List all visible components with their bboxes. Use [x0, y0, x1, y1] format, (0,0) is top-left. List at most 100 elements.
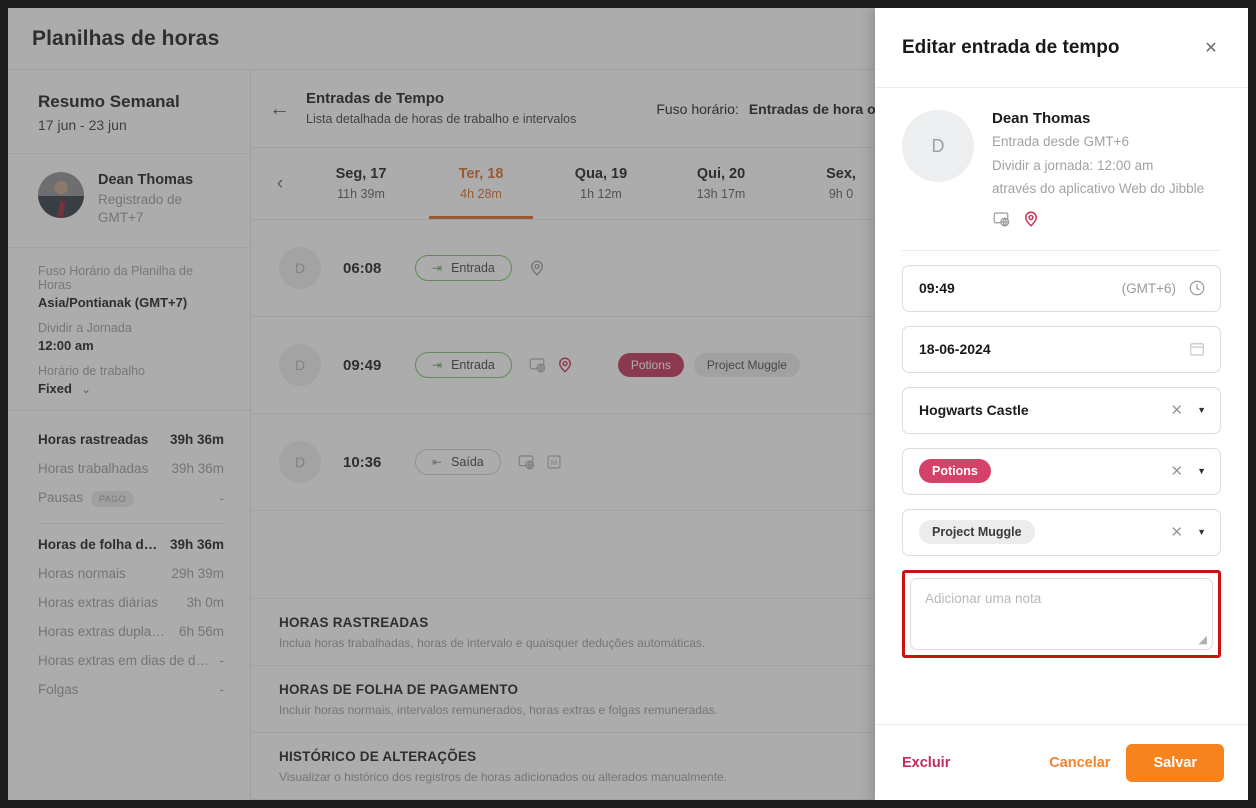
chevron-down-icon[interactable]: ⌄: [82, 384, 91, 396]
stat-value: 39h 36m: [169, 432, 224, 448]
location-field[interactable]: Hogwarts Castle ✕ ▼: [902, 386, 1221, 434]
stat-row: Horas extras duplas… 6h 56m: [38, 617, 224, 646]
stat-label: Horas normais: [38, 565, 126, 581]
save-button[interactable]: Salvar: [1126, 743, 1224, 782]
project-tag[interactable]: Project Muggle: [693, 353, 800, 377]
prev-week-icon[interactable]: ‹: [259, 148, 301, 219]
project-field-right: ✕ ▼: [1171, 523, 1207, 541]
modal-footer: Excluir Cancelar Salvar: [875, 724, 1248, 800]
resize-handle-icon[interactable]: ◢: [1199, 633, 1207, 646]
arrow-in-icon: ⇥: [432, 358, 443, 372]
stat-row: Horas de folha de… 39h 36m: [38, 530, 224, 559]
note-input[interactable]: Adicionar uma nota ◢: [910, 577, 1213, 650]
web-app-icon[interactable]: [528, 356, 546, 374]
day-tab-seg-17[interactable]: Seg, 17 11h 39m: [301, 148, 421, 219]
clock-icon[interactable]: [1188, 279, 1206, 297]
date-field-right: [1188, 340, 1206, 358]
manual-entry-icon[interactable]: M: [545, 453, 563, 471]
sidebar-user-text: Dean Thomas Registrado de GMT+7: [98, 172, 224, 227]
entry-icons: [528, 356, 574, 374]
chevron-down-icon[interactable]: ▼: [1197, 527, 1206, 537]
stat-row: Horas extras em dias de de… -: [38, 646, 224, 675]
day-tab-label: Sex,: [826, 166, 856, 182]
stat-row: Horas extras diárias 3h 0m: [38, 588, 224, 617]
stat-row: Horas normais 29h 39m: [38, 559, 224, 588]
day-tab-ter-18[interactable]: Ter, 18 4h 28m: [421, 148, 541, 219]
stat-label: Horas trabalhadas: [38, 461, 149, 477]
day-tab-hours: 13h 17m: [696, 187, 746, 201]
entry-type-label: Entrada: [451, 261, 495, 275]
meta-value-work-schedule[interactable]: Fixed ⌄: [38, 381, 224, 396]
page-title: Planilhas de horas: [32, 26, 220, 50]
activity-field[interactable]: Potions ✕ ▼: [902, 447, 1221, 495]
location-pin-icon[interactable]: [528, 259, 546, 277]
activity-field-right: ✕ ▼: [1171, 462, 1207, 480]
main-subtitle: Lista detalhada de horas de trabalho e i…: [306, 111, 577, 126]
app-window: Planilhas de horas 5:28:50 Charms Projec…: [0, 0, 1256, 808]
time-timezone: (GMT+6): [1121, 280, 1176, 296]
stat-value: -: [219, 491, 225, 507]
modal-user-entry-tz: Entrada desde GMT+6: [992, 134, 1129, 149]
sidebar-stats: Horas rastreadas 39h 36m Horas trabalhad…: [8, 411, 250, 713]
stat-label: Pausas PAGO: [38, 490, 212, 507]
avatar: D: [902, 110, 974, 182]
meta-value-timezone: Asia/Pontianak (GMT+7): [38, 295, 188, 311]
day-tab-label: Ter, 18: [458, 166, 504, 182]
entry-type-label: Entrada: [451, 358, 495, 372]
chevron-down-icon[interactable]: ▼: [1197, 466, 1206, 476]
stat-value: 39h 36m: [169, 536, 224, 552]
project-field[interactable]: Project Muggle ✕ ▼: [902, 508, 1221, 556]
close-icon[interactable]: ✕: [1171, 462, 1184, 480]
entry-time: 10:36: [343, 453, 382, 471]
note-highlight-box: Adicionar uma nota ◢: [902, 569, 1221, 658]
day-tab-qua-19[interactable]: Qua, 19 1h 12m: [541, 148, 661, 219]
stat-value: -: [219, 681, 225, 697]
modal-header: Editar entrada de tempo ✕: [875, 8, 1248, 88]
day-tab-hours: 9h 0: [828, 187, 854, 201]
avatar: D: [279, 441, 321, 483]
delete-button[interactable]: Excluir: [902, 755, 950, 771]
avatar: D: [279, 344, 321, 386]
location-value: Hogwarts Castle: [919, 402, 1029, 419]
web-app-icon[interactable]: [517, 453, 535, 471]
entry-type-chip: ⇥ Entrada: [415, 352, 512, 378]
sidebar-user-timezone: Registrado de GMT+7: [98, 192, 183, 226]
cancel-button[interactable]: Cancelar: [1049, 755, 1110, 771]
close-icon[interactable]: ✕: [1171, 523, 1184, 541]
stat-value: 3h 0m: [186, 594, 224, 610]
stat-label: Horas rastreadas: [38, 432, 149, 448]
close-icon[interactable]: ✕: [1198, 35, 1224, 61]
location-pin-icon[interactable]: [556, 356, 574, 374]
edit-time-entry-modal: Editar entrada de tempo ✕ D Dean Thomas …: [875, 8, 1248, 800]
time-field[interactable]: 09:49 (GMT+6): [902, 264, 1221, 312]
activity-tag[interactable]: Potions: [617, 353, 684, 377]
close-icon[interactable]: ✕: [1171, 401, 1184, 419]
entry-time: 06:08: [343, 259, 382, 277]
day-tab-qui-20[interactable]: Qui, 20 13h 17m: [661, 148, 781, 219]
sidebar-date-range: 17 jun - 23 jun: [38, 117, 127, 133]
sidebar-user-card[interactable]: Dean Thomas Registrado de GMT+7: [8, 154, 250, 249]
stat-label: Horas de folha de…: [38, 536, 162, 552]
time-value: 09:49: [919, 280, 955, 297]
location-pin-icon[interactable]: [1022, 210, 1040, 228]
note-placeholder: Adicionar uma nota: [925, 590, 1042, 606]
back-arrow-icon[interactable]: ←: [269, 98, 290, 119]
entry-icons: M: [517, 453, 563, 471]
meta-label-work-schedule: Horário de trabalho: [38, 364, 146, 379]
stat-row: Horas trabalhadas 39h 36m: [38, 454, 224, 483]
arrow-in-icon: ⇥: [432, 261, 443, 275]
stat-value: 6h 56m: [178, 623, 224, 639]
location-field-right: ✕ ▼: [1171, 401, 1207, 419]
sidebar-heading: Resumo Semanal: [38, 92, 180, 111]
activity-chip: Potions: [919, 459, 991, 484]
modal-user-name: Dean Thomas: [992, 110, 1091, 127]
entry-type-chip: ⇥ Entrada: [415, 255, 512, 281]
modal-user-source: através do aplicativo Web do Jibble: [992, 181, 1205, 197]
date-field[interactable]: 18-06-2024: [902, 325, 1221, 373]
web-app-icon[interactable]: [992, 210, 1010, 228]
project-chip: Project Muggle: [919, 520, 1035, 545]
chevron-down-icon[interactable]: ▼: [1197, 405, 1206, 415]
meta-label-timezone: Fuso Horário da Planilha de Horas: [38, 264, 193, 293]
meta-label-split-day: Dividir a Jornada: [38, 321, 132, 336]
calendar-icon[interactable]: [1188, 340, 1206, 358]
